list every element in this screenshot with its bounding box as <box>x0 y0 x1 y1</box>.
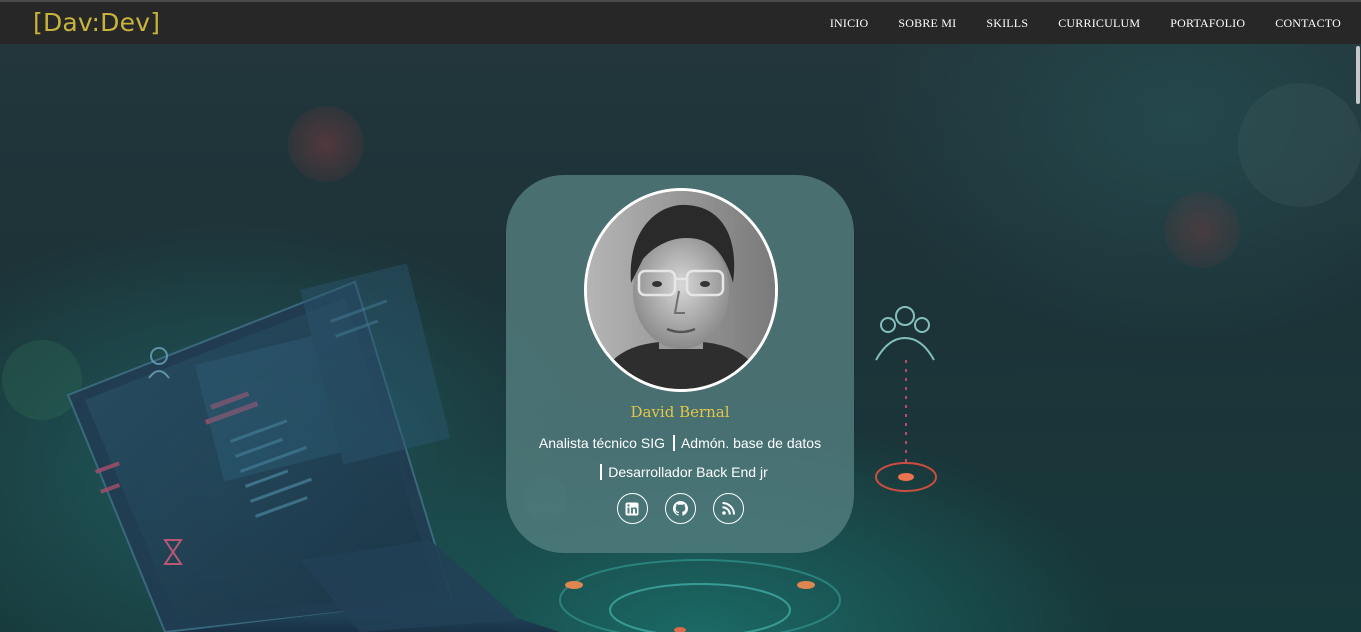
role-separator <box>600 464 603 480</box>
avatar <box>584 188 778 392</box>
scrollbar-thumb[interactable] <box>1356 46 1360 104</box>
nav-link-sobre-mi[interactable]: SOBRE MI <box>898 16 956 31</box>
profile-roles-line-2: Desarrollador Back End jr <box>506 464 854 480</box>
social-links <box>506 493 854 524</box>
profile-roles-line-1: Analista técnico SIG Admón. base de datos <box>506 435 854 451</box>
nav-link-curriculum[interactable]: CURRICULUM <box>1058 16 1140 31</box>
main-nav: INICIO SOBRE MI SKILLS CURRICULUM PORTAF… <box>800 2 1341 44</box>
linkedin-icon <box>625 502 639 515</box>
role-db-admin: Admón. base de datos <box>680 435 822 451</box>
github-icon <box>672 501 688 516</box>
rss-icon <box>721 502 735 515</box>
role-analyst: Analista técnico SIG <box>538 435 665 451</box>
profile-card: David Bernal Analista técnico SIG Admón. … <box>506 175 854 553</box>
brand-logo[interactable]: [Dav:Dev] <box>33 8 160 37</box>
nav-link-inicio[interactable]: INICIO <box>830 16 869 31</box>
profile-name: David Bernal <box>630 403 730 421</box>
profile-photo <box>587 191 775 389</box>
page-scrollbar[interactable] <box>1355 44 1361 632</box>
nav-link-portafolio[interactable]: PORTAFOLIO <box>1170 16 1245 31</box>
role-backend: Desarrollador Back End jr <box>608 464 768 480</box>
rss-button[interactable] <box>712 493 744 524</box>
linkedin-button[interactable] <box>616 493 648 524</box>
nav-link-contacto[interactable]: CONTACTO <box>1275 16 1341 31</box>
nav-link-skills[interactable]: SKILLS <box>986 16 1028 31</box>
github-button[interactable] <box>664 493 696 524</box>
role-separator <box>672 435 675 451</box>
navbar: [Dav:Dev] INICIO SOBRE MI SKILLS CURRICU… <box>0 0 1361 44</box>
